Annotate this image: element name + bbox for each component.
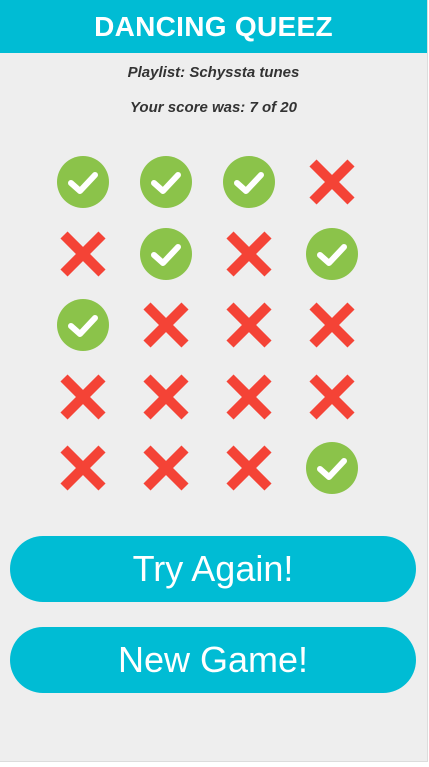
- result-cell: [55, 226, 111, 282]
- cross-icon: [143, 373, 189, 420]
- result-cell: [55, 369, 111, 425]
- cross-icon: [226, 230, 272, 277]
- cross-icon: [309, 373, 355, 420]
- playlist-label: Playlist: Schyssta tunes: [127, 64, 300, 81]
- new-game-button[interactable]: New Game!: [10, 627, 416, 693]
- score-label: Your score was: 7 of 20: [129, 99, 297, 116]
- result-cell: [221, 154, 277, 210]
- try-again-button[interactable]: Try Again!: [10, 536, 416, 602]
- result-cell: [221, 369, 277, 425]
- cross-icon: [226, 373, 272, 420]
- quiz-results-screen: DANCING QUEEZ Playlist: Schyssta tunes Y…: [0, 0, 428, 762]
- result-cell: [304, 369, 360, 425]
- result-cell: [55, 154, 111, 210]
- cross-icon: [309, 159, 355, 205]
- check-circle-icon: [306, 227, 358, 280]
- result-cell: [304, 297, 360, 353]
- results-grid: [55, 154, 360, 496]
- cross-icon: [143, 445, 189, 491]
- result-cell: [304, 226, 360, 282]
- cross-icon: [226, 445, 272, 491]
- check-circle-icon: [57, 156, 109, 208]
- app-title: DANCING QUEEZ: [94, 10, 333, 42]
- result-cell: [304, 440, 360, 496]
- result-cell: [138, 154, 194, 210]
- check-circle-icon: [140, 227, 192, 280]
- cross-icon: [309, 302, 355, 348]
- result-cell: [55, 440, 111, 496]
- check-circle-icon: [140, 156, 192, 208]
- result-cell: [138, 297, 194, 353]
- app-header: DANCING QUEEZ: [0, 0, 427, 53]
- result-cell: [138, 226, 194, 282]
- check-circle-icon: [306, 442, 358, 494]
- cross-icon: [60, 445, 106, 491]
- result-cell: [304, 154, 360, 210]
- result-cell: [138, 369, 194, 425]
- result-cell: [221, 440, 277, 496]
- cross-icon: [226, 302, 272, 348]
- cross-icon: [60, 230, 106, 277]
- result-cell: [138, 440, 194, 496]
- result-cell: [221, 297, 277, 353]
- check-circle-icon: [223, 156, 275, 208]
- cross-icon: [143, 302, 189, 348]
- cross-icon: [60, 373, 106, 420]
- check-circle-icon: [57, 299, 109, 351]
- result-cell: [55, 297, 111, 353]
- result-cell: [221, 226, 277, 282]
